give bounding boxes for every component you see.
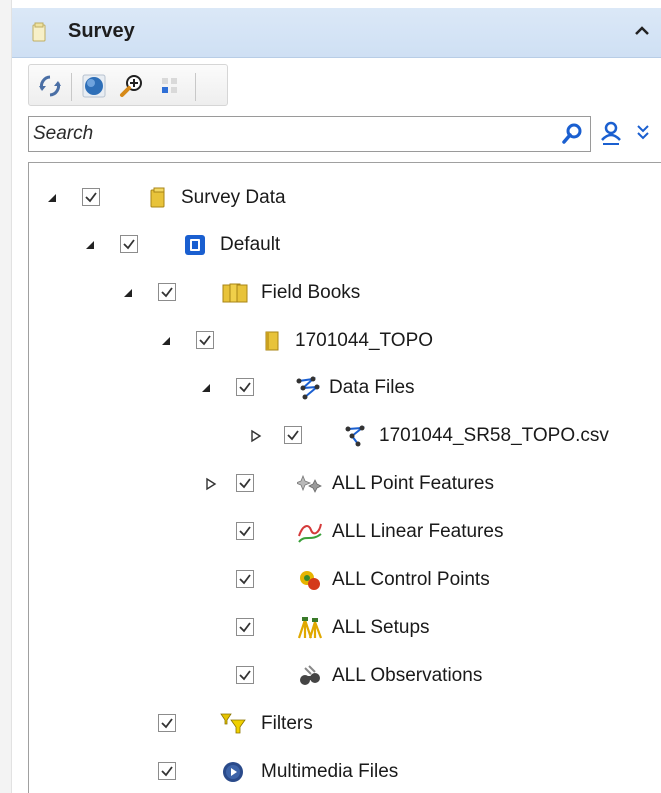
binoculars-icon bbox=[297, 664, 321, 688]
toolbar-separator bbox=[195, 73, 196, 101]
checkbox[interactable] bbox=[82, 188, 100, 206]
book-icon bbox=[260, 329, 284, 353]
survey-file-icon bbox=[344, 424, 368, 448]
multimedia-icon bbox=[221, 760, 245, 784]
checkbox[interactable] bbox=[158, 283, 176, 301]
checkbox[interactable] bbox=[236, 570, 254, 588]
tree-node-label: ALL Linear Features bbox=[332, 521, 504, 542]
tree-node-label: Field Books bbox=[261, 282, 361, 303]
checkbox[interactable] bbox=[236, 522, 254, 540]
collapse-triangle-icon[interactable] bbox=[199, 381, 213, 395]
collapse-triangle-icon[interactable] bbox=[45, 191, 59, 205]
expand-triangle-icon[interactable] bbox=[249, 429, 263, 443]
panel-title: Survey bbox=[68, 20, 135, 42]
tree-view: Survey Data Default Field Books 1701044_… bbox=[28, 162, 661, 793]
collapse-triangle-icon[interactable] bbox=[159, 334, 173, 348]
search-input[interactable] bbox=[33, 119, 553, 149]
control-points-icon bbox=[297, 568, 321, 592]
survey-panel: Survey Search Survey Data Default Field … bbox=[0, 0, 661, 793]
globe-icon[interactable] bbox=[81, 73, 107, 99]
tree-node-point-features[interactable]: ALL Point Features bbox=[29, 466, 629, 502]
point-features-icon bbox=[294, 472, 322, 496]
tree-node-label: ALL Control Points bbox=[332, 569, 490, 590]
grid-icon[interactable] bbox=[157, 73, 183, 99]
tree-node-label: Default bbox=[220, 234, 281, 255]
checkbox[interactable] bbox=[158, 762, 176, 780]
tree-node-label: 1701044_SR58_TOPO.csv bbox=[379, 425, 609, 446]
checkbox[interactable] bbox=[120, 235, 138, 253]
tree-node-data-files[interactable]: Data Files bbox=[29, 370, 629, 406]
checkbox[interactable] bbox=[196, 331, 214, 349]
checkbox[interactable] bbox=[158, 714, 176, 732]
tree-node-label: Filters bbox=[261, 713, 313, 734]
tripod-icon bbox=[297, 616, 323, 640]
side-strip bbox=[0, 0, 12, 793]
checkbox[interactable] bbox=[236, 666, 254, 684]
tree-node-label: ALL Setups bbox=[332, 617, 430, 638]
checkbox[interactable] bbox=[236, 474, 254, 492]
expand-triangle-icon[interactable] bbox=[204, 477, 218, 491]
tree-node-setups[interactable]: ALL Setups bbox=[29, 610, 629, 646]
tree-node-label: Data Files bbox=[329, 377, 415, 398]
tree-node-label: ALL Point Features bbox=[332, 473, 494, 494]
collapse-triangle-icon[interactable] bbox=[121, 286, 135, 300]
tree-node-default[interactable]: Default bbox=[29, 227, 629, 263]
checkbox[interactable] bbox=[236, 618, 254, 636]
tree-node-linear-features[interactable]: ALL Linear Features bbox=[29, 514, 629, 550]
zoom-in-icon[interactable] bbox=[119, 73, 145, 99]
toolbar bbox=[28, 64, 228, 106]
linear-features-icon bbox=[297, 520, 322, 544]
collapse-triangle-icon[interactable] bbox=[83, 238, 97, 252]
folder-icon bbox=[146, 186, 170, 210]
search-box bbox=[28, 116, 591, 152]
user-filter-icon[interactable] bbox=[598, 120, 624, 148]
panel-header[interactable]: Survey bbox=[12, 8, 661, 58]
tree-node-field-books[interactable]: Field Books bbox=[29, 275, 629, 311]
tree-node-label: Multimedia Files bbox=[261, 761, 399, 782]
tree-node-topo[interactable]: 1701044_TOPO bbox=[29, 323, 629, 359]
folder-icon bbox=[32, 22, 46, 42]
checkbox[interactable] bbox=[284, 426, 302, 444]
tree-node-control-points[interactable]: ALL Control Points bbox=[29, 562, 629, 598]
double-chevron-down-icon[interactable] bbox=[634, 122, 652, 144]
refresh-icon[interactable] bbox=[37, 73, 63, 99]
checkbox[interactable] bbox=[236, 378, 254, 396]
tree-node-multimedia[interactable]: Multimedia Files bbox=[29, 754, 629, 790]
tree-node-label: ALL Observations bbox=[332, 665, 483, 686]
books-icon bbox=[221, 281, 248, 305]
tree-node-survey-data[interactable]: Survey Data bbox=[29, 180, 629, 216]
traverse-icon bbox=[295, 375, 321, 400]
tree-node-label: 1701044_TOPO bbox=[295, 330, 434, 351]
search-icon[interactable] bbox=[560, 122, 584, 146]
tree-node-filters[interactable]: Filters bbox=[29, 706, 629, 742]
filter-icon bbox=[219, 712, 246, 736]
tree-node-label: Survey Data bbox=[181, 187, 286, 208]
database-icon bbox=[183, 233, 207, 257]
tree-node-csv-file[interactable]: 1701044_SR58_TOPO.csv bbox=[29, 418, 649, 454]
tree-node-observations[interactable]: ALL Observations bbox=[29, 658, 629, 694]
chevron-up-icon[interactable] bbox=[631, 20, 653, 42]
toolbar-separator bbox=[71, 73, 72, 101]
